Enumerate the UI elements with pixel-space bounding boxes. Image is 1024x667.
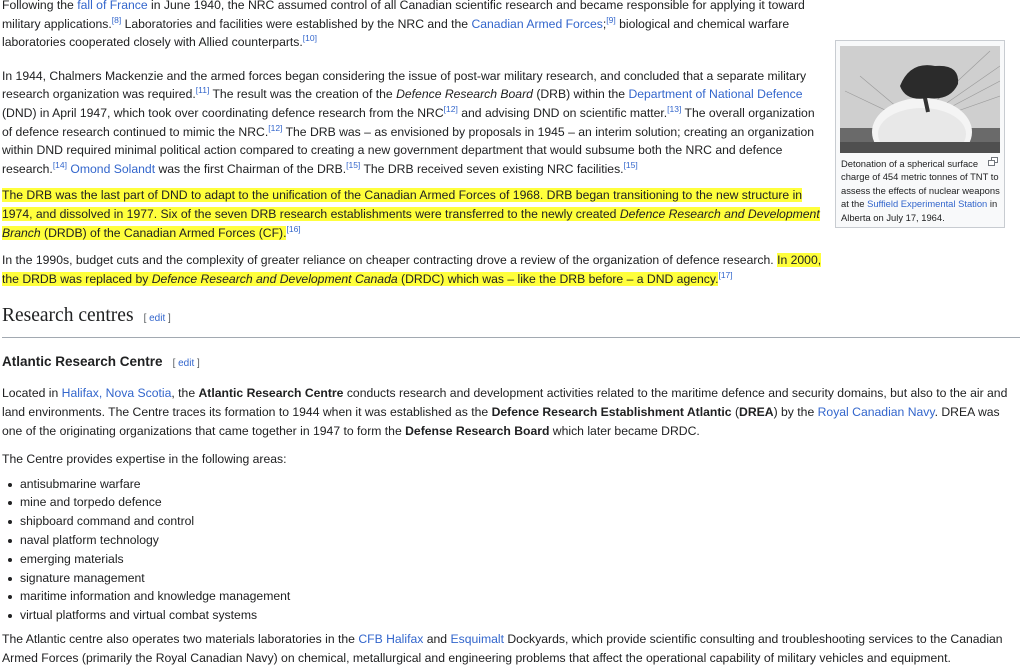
link-cfb-halifax[interactable]: CFB Halifax (358, 632, 423, 646)
list-item: virtual platforms and virtual combat sys… (8, 606, 822, 625)
ref-9[interactable]: [9] (606, 15, 615, 25)
ref-10[interactable]: [10] (303, 33, 317, 43)
bracket: ] (165, 313, 171, 325)
link-esquimalt[interactable]: Esquimalt (450, 632, 504, 646)
link-halifax[interactable]: Halifax, Nova Scotia (62, 386, 172, 400)
ref-15[interactable]: [15] (346, 160, 360, 170)
list-item: maritime information and knowledge manag… (8, 587, 822, 606)
paragraph-wartime: Following the fall of France in June 194… (2, 0, 822, 52)
list-item: naval platform technology (8, 531, 822, 550)
text: Located in (2, 386, 62, 401)
article-content: Following the fall of France in June 194… (2, 0, 1020, 667)
link-omond-solandt[interactable]: Omond Solandt (70, 162, 155, 176)
link-canadian-armed-forces[interactable]: Canadian Armed Forces (471, 17, 602, 31)
link-royal-canadian-navy[interactable]: Royal Canadian Navy (818, 405, 935, 419)
italic-term: Defence Research and Development Canada (151, 271, 398, 286)
italic-term: Defence Research Board (396, 87, 533, 102)
list-item: shipboard command and control (8, 512, 822, 531)
paragraph-drdc: In the 1990s, budget cuts and the comple… (2, 251, 822, 288)
explosion-photo[interactable] (840, 46, 1000, 153)
ref-14[interactable]: [14] (53, 160, 67, 170)
bold-term: Defense Research Board (405, 423, 550, 438)
link-suffield-experimental-station[interactable]: Suffield Experimental Station (867, 198, 987, 209)
list-item: mine and torpedo defence (8, 493, 822, 512)
expertise-list: antisubmarine warfare mine and torpedo d… (2, 475, 822, 625)
ref-15b[interactable]: [15] (624, 160, 638, 170)
text: Laboratories and facilities were establi… (121, 16, 472, 31)
edit-link[interactable]: edit (178, 358, 194, 369)
heading-research-centres: Research centres [ edit ] (2, 304, 1020, 339)
text: and (423, 632, 451, 647)
ref-16[interactable]: [16] (286, 223, 300, 233)
ref-13[interactable]: [13] (667, 104, 681, 114)
text: (DRB) within the (532, 87, 629, 102)
ref-12b[interactable]: [12] (268, 123, 282, 133)
link-department-national-defence[interactable]: Department of National Defence (628, 87, 802, 101)
paragraph-drb-creation: In 1944, Chalmers Mackenzie and the arme… (2, 67, 822, 179)
text: The DRB received seven existing NRC faci… (360, 161, 624, 176)
text: (DND) in April 1947, which took over coo… (2, 105, 444, 120)
bold-term: DREA (739, 404, 774, 419)
ref-17[interactable]: [17] (718, 270, 732, 280)
bracket: ] (194, 358, 200, 370)
text: and advising DND on scientific matter. (457, 105, 668, 120)
link-fall-of-france[interactable]: fall of France (77, 0, 147, 12)
ref-11[interactable]: [11] (196, 85, 210, 95)
paragraph-materials-labs: The Atlantic centre also operates two ma… (2, 630, 1022, 667)
text: was the first Chairman of the DRB. (155, 161, 347, 176)
edit-link[interactable]: edit (149, 313, 165, 324)
explosion-graphic (840, 46, 1000, 153)
paragraph-atlantic: Located in Halifax, Nova Scotia, the Atl… (2, 384, 1022, 440)
text: The result was the creation of the (209, 87, 397, 102)
ref-12[interactable]: [12] (444, 104, 458, 114)
edit-section-link[interactable]: [ edit ] (144, 313, 171, 324)
image-thumbnail: Detonation of a spherical surface charge… (835, 40, 1005, 228)
ref-8[interactable]: [8] (112, 15, 121, 25)
text: The Atlantic centre also operates two ma… (2, 632, 359, 647)
heading-atlantic-research-centre: Atlantic Research Centre [ edit ] (2, 352, 822, 374)
heading-text: Atlantic Research Centre (2, 354, 163, 370)
list-item: antisubmarine warfare (8, 475, 822, 494)
paragraph-unification: The DRB was the last part of DND to adap… (2, 186, 822, 242)
text: ( (731, 404, 740, 419)
text: In the 1990s, budget cuts and the comple… (2, 253, 778, 268)
text: which later became DRDC. (549, 423, 700, 438)
bold-term: Defence Research Establishment Atlantic (491, 404, 732, 419)
edit-section-link[interactable]: [ edit ] (173, 358, 200, 369)
text: , the (171, 386, 199, 401)
text: ) by the (773, 404, 818, 419)
image-caption: Detonation of a spherical surface charge… (841, 157, 1001, 224)
highlighted-text: (DRDB) of the Canadian Armed Forces (CF)… (40, 225, 287, 240)
heading-text: Research centres (2, 305, 134, 327)
text: Following the (2, 0, 78, 12)
paragraph-expertise-intro: The Centre provides expertise in the fol… (2, 452, 287, 467)
list-item: emerging materials (8, 550, 822, 569)
bold-term: Atlantic Research Centre (198, 386, 344, 401)
highlighted-text: (DRDC) which was – like the DRB before –… (397, 271, 719, 286)
